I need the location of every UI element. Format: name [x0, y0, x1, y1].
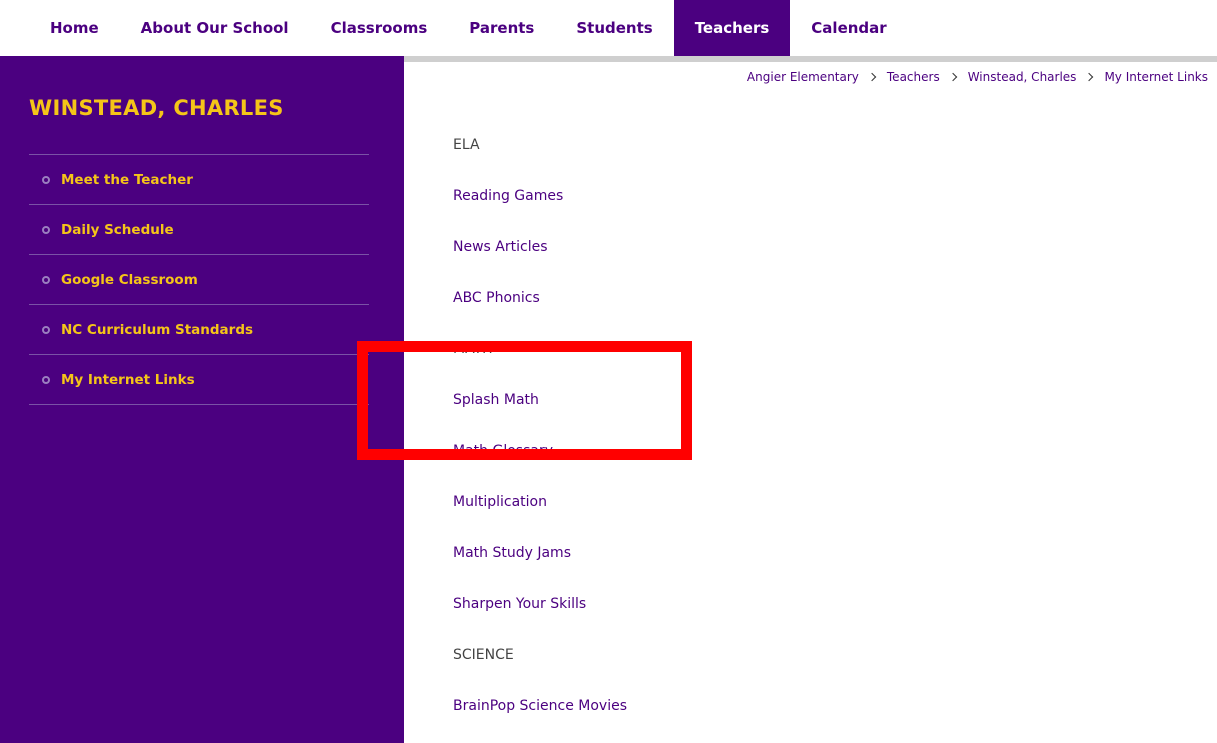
- breadcrumb-winstead-charles[interactable]: Winstead, Charles: [968, 70, 1077, 84]
- sidebar-item-meet-the-teacher[interactable]: Meet the Teacher: [29, 155, 369, 205]
- circle-bullet-icon: [42, 275, 50, 284]
- sidebar-item-daily-schedule[interactable]: Daily Schedule: [29, 205, 369, 255]
- nav-calendar[interactable]: Calendar: [790, 0, 907, 56]
- sidebar: WINSTEAD, CHARLES Meet the Teacher Daily…: [0, 56, 404, 743]
- nav-students[interactable]: Students: [555, 0, 673, 56]
- breadcrumb-angier-elementary[interactable]: Angier Elementary: [747, 70, 859, 84]
- internet-links-list: ELA Reading Games News Articles ABC Phon…: [453, 136, 627, 743]
- chevron-right-icon: [1085, 72, 1094, 82]
- nav-parents[interactable]: Parents: [448, 0, 555, 56]
- link-math-study-jams[interactable]: Math Study Jams: [453, 544, 627, 595]
- nav-classrooms[interactable]: Classrooms: [310, 0, 449, 56]
- sidebar-item-label: Meet the Teacher: [61, 171, 193, 188]
- content-top-rule: [404, 56, 1217, 62]
- nav-home[interactable]: Home: [29, 0, 120, 56]
- link-sharpen-your-skills[interactable]: Sharpen Your Skills: [453, 595, 627, 646]
- section-heading-science: SCIENCE: [453, 647, 514, 663]
- sidebar-item-label: Google Classroom: [61, 271, 198, 288]
- circle-bullet-icon: [42, 375, 50, 384]
- page-title: WINSTEAD, CHARLES: [29, 96, 284, 120]
- link-brainpop-science-movies[interactable]: BrainPop Science Movies: [453, 697, 627, 743]
- sidebar-item-my-internet-links[interactable]: My Internet Links: [29, 355, 369, 405]
- link-news-articles[interactable]: News Articles: [453, 238, 627, 289]
- circle-bullet-icon: [42, 175, 50, 184]
- sidebar-item-label: Daily Schedule: [61, 221, 174, 238]
- sidebar-menu: Meet the Teacher Daily Schedule Google C…: [29, 154, 369, 405]
- top-navigation: Home About Our School Classrooms Parents…: [0, 0, 1217, 56]
- circle-bullet-icon: [42, 325, 50, 334]
- link-abc-phonics[interactable]: ABC Phonics: [453, 289, 627, 340]
- link-reading-games[interactable]: Reading Games: [453, 187, 627, 238]
- breadcrumb: Angier Elementary Teachers Winstead, Cha…: [747, 70, 1208, 84]
- section-heading-ela: ELA: [453, 137, 480, 153]
- breadcrumb-teachers[interactable]: Teachers: [887, 70, 940, 84]
- sidebar-item-label: My Internet Links: [61, 371, 195, 388]
- nav-teachers[interactable]: Teachers: [673, 0, 791, 56]
- section-heading-math: MATH: [453, 341, 493, 357]
- link-multiplication[interactable]: Multiplication: [453, 493, 627, 544]
- nav-about-our-school[interactable]: About Our School: [120, 0, 310, 56]
- circle-bullet-icon: [42, 225, 50, 234]
- sidebar-item-label: NC Curriculum Standards: [61, 321, 254, 338]
- chevron-right-icon: [948, 72, 957, 82]
- sidebar-item-google-classroom[interactable]: Google Classroom: [29, 255, 369, 305]
- link-splash-math[interactable]: Splash Math: [453, 391, 627, 442]
- link-math-glossary[interactable]: Math Glossary: [453, 442, 627, 493]
- chevron-right-icon: [867, 72, 877, 82]
- sidebar-item-nc-curriculum-standards[interactable]: NC Curriculum Standards: [29, 305, 369, 355]
- breadcrumb-my-internet-links: My Internet Links: [1104, 70, 1208, 84]
